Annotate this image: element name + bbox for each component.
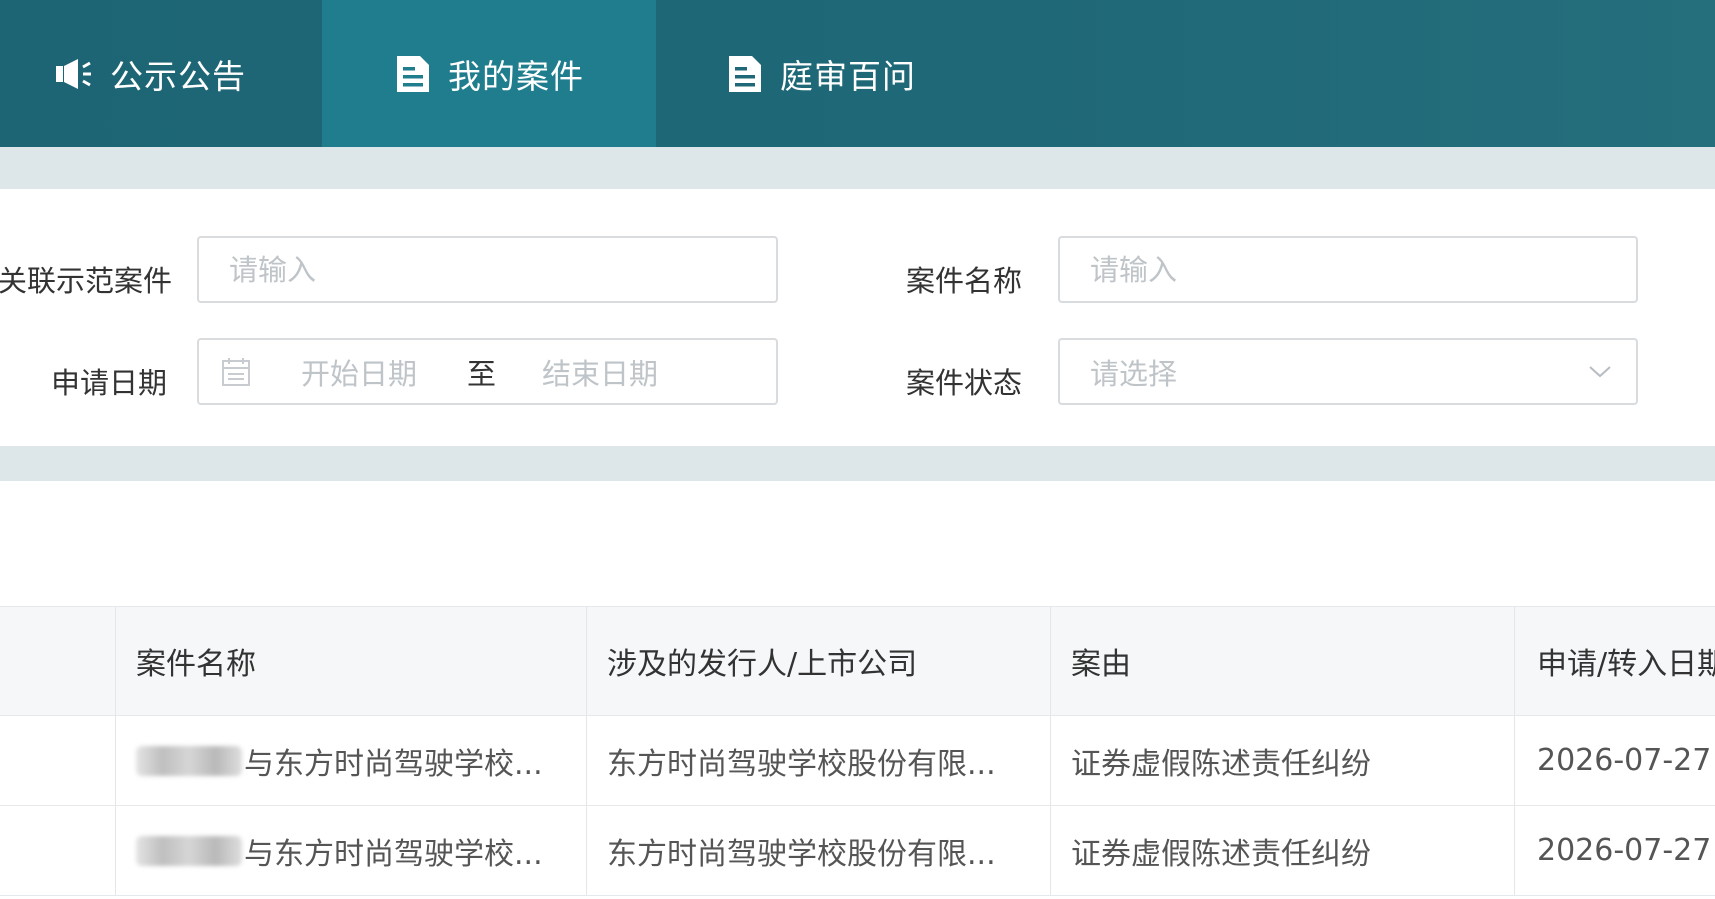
- case-name-input-wrapper: [1058, 236, 1638, 303]
- cause-cell: 证券虚假陈述责任纠纷: [1050, 716, 1514, 805]
- case-name-label: 案件名称: [906, 264, 1023, 298]
- tab-label: 公示公告: [110, 56, 246, 96]
- redacted-name: [136, 745, 242, 776]
- date-cell: 2026-07-27: [1514, 716, 1715, 805]
- date-separator: 至: [467, 356, 497, 391]
- end-date-input[interactable]: 结束日期: [542, 351, 658, 393]
- megaphone-icon: [54, 57, 94, 91]
- case-status-select[interactable]: 请选择: [1058, 338, 1638, 405]
- related-case-input-wrapper: [197, 236, 778, 303]
- top-nav: 公示公告 我的案件 庭审百问: [0, 0, 1715, 147]
- company-cell: 东方时尚驾驶学校股份有限...: [586, 806, 1050, 895]
- date-cell: 2026-07-27: [1514, 806, 1715, 895]
- case-name-input[interactable]: [1060, 252, 1636, 287]
- table-header: 案件名称 涉及的发行人/上市公司 案由 申请/转入日期: [0, 606, 1715, 716]
- tab-label: 庭审百问: [780, 56, 916, 96]
- header-cell-cause: 案由: [1050, 607, 1514, 715]
- tab-my-cases[interactable]: 我的案件: [322, 0, 656, 147]
- company-cell: 东方时尚驾驶学校股份有限...: [586, 716, 1050, 805]
- tab-label: 我的案件: [448, 56, 584, 96]
- start-date-input[interactable]: 开始日期: [301, 351, 417, 393]
- case-name-text: 与东方时尚驾驶学校...: [244, 836, 543, 872]
- cause-cell: 证券虚假陈述责任纠纷: [1050, 806, 1514, 895]
- related-case-label: 关联示范案件: [0, 264, 172, 298]
- case-table: 案件名称 涉及的发行人/上市公司 案由 申请/转入日期 与东方时尚驾驶学校...…: [0, 481, 1715, 899]
- row-select-cell[interactable]: [0, 716, 115, 805]
- filter-panel: 关联示范案件 案件名称 申请日期 开始日期 至 结束日期 案件状态 请选择: [0, 189, 1715, 446]
- case-name-cell[interactable]: 与东方时尚驾驶学校...: [115, 716, 586, 805]
- header-cell-company: 涉及的发行人/上市公司: [586, 607, 1050, 715]
- document-icon: [394, 54, 432, 94]
- case-name-cell[interactable]: 与东方时尚驾驶学校...: [115, 806, 586, 895]
- related-case-input[interactable]: [199, 252, 776, 287]
- document-icon: [726, 54, 764, 94]
- case-status-label: 案件状态: [906, 366, 1023, 400]
- header-cell-date: 申请/转入日期: [1514, 607, 1715, 715]
- apply-date-label: 申请日期: [51, 366, 168, 400]
- calendar-icon: [221, 357, 251, 387]
- header-cell-case-name: 案件名称: [115, 607, 586, 715]
- tab-announcements[interactable]: 公示公告: [54, 0, 324, 147]
- table-row[interactable]: 与东方时尚驾驶学校... 东方时尚驾驶学校股份有限... 证券虚假陈述责任纠纷 …: [0, 806, 1715, 896]
- redacted-name: [136, 835, 242, 866]
- header-cell-select: [0, 607, 115, 715]
- case-status-placeholder: 请选择: [1090, 356, 1178, 391]
- tab-trial-faq[interactable]: 庭审百问: [726, 0, 1026, 147]
- table-row[interactable]: 与东方时尚驾驶学校... 东方时尚驾驶学校股份有限... 证券虚假陈述责任纠纷 …: [0, 716, 1715, 806]
- date-range-picker[interactable]: 开始日期 至 结束日期: [197, 338, 778, 405]
- case-name-text: 与东方时尚驾驶学校...: [244, 746, 543, 782]
- chevron-down-icon: [1588, 365, 1612, 379]
- row-select-cell[interactable]: [0, 806, 115, 895]
